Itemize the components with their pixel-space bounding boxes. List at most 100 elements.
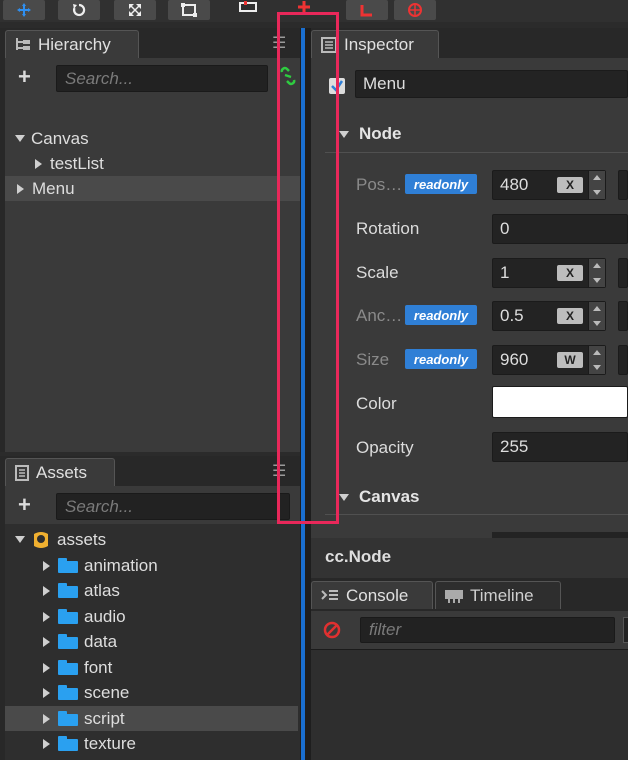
assets-tree: assets animation atlas audio data font s… [5,524,300,760]
asset-folder-atlas[interactable]: atlas [5,578,300,603]
anchor-label: Anc… [356,306,403,325]
position-y-input[interactable] [618,170,628,200]
grid-icon [408,3,422,17]
position-x-stepper[interactable] [588,171,605,199]
annotation-highlight-box [277,12,339,524]
folder-label: script [84,708,125,728]
console-option-select[interactable] [623,617,628,643]
inspector-footer: cc.Node [311,538,628,578]
opacity-label: Opacity [356,438,414,457]
tree-node-label: Canvas [31,128,89,148]
tab-timeline-label: Timeline [470,585,534,605]
tree-node-label: Menu [32,178,75,198]
anchor-x-stepper[interactable] [588,302,605,330]
folder-label: data [84,631,118,651]
section-divider [325,514,628,515]
scale-x-stepper[interactable] [588,259,605,287]
asset-folder-animation[interactable]: animation [5,553,300,578]
asset-folder-data[interactable]: data [5,629,300,654]
component-type-label: cc.Node [325,547,392,566]
scale-y-input[interactable] [618,258,628,288]
asset-folder-font[interactable]: font [5,655,300,680]
folder-label: font [84,657,113,677]
color-swatch[interactable] [492,386,628,418]
asset-root[interactable]: assets [5,527,300,552]
tab-inspector-label: Inspector [344,34,414,54]
timeline-icon [444,588,464,604]
field-value: 480 [500,175,529,194]
node-section-label: Node [359,124,402,143]
grid-button[interactable] [394,0,436,20]
console-output [311,649,628,760]
readonly-badge: readonly [405,305,477,325]
readonly-badge: readonly [405,349,477,369]
asset-folder-audio[interactable]: audio [5,604,300,629]
node-section-header[interactable]: Node [339,122,402,146]
folder-icon [58,558,78,573]
rotation-input[interactable]: 0 [492,214,628,244]
node-name-input[interactable]: Menu [355,70,628,98]
snap-icon [360,5,372,17]
expand-arrow-icon [339,493,349,501]
opacity-input[interactable]: 255 [492,432,628,462]
folder-icon [58,634,78,649]
collapse-arrow-icon [35,158,42,169]
tab-hierarchy[interactable]: Hierarchy [5,30,139,58]
size-label: Size [356,350,390,369]
size-width-stepper[interactable] [588,346,605,374]
axis-w-label: W [557,352,583,368]
asset-root-label: assets [57,529,107,549]
axis-x-label: X [557,265,583,281]
collapse-arrow-icon [43,560,50,571]
size-height-input[interactable] [618,345,628,375]
anchor-y-input[interactable] [618,301,628,331]
expand-arrow-icon [339,130,349,138]
asset-folder-texture[interactable]: texture [5,731,300,756]
position-label: Pos… [356,175,403,194]
rect-tool-button[interactable] [168,0,210,20]
scale-tool-button[interactable] [114,0,156,20]
folder-icon [58,609,78,624]
folder-icon [58,685,78,700]
collapse-arrow-icon [43,713,50,724]
tab-console-label: Console [346,585,409,605]
clear-console-icon[interactable] [323,621,341,639]
snap-button[interactable] [346,0,388,20]
collapse-arrow-icon [43,636,50,647]
tab-console[interactable]: Console [311,581,433,609]
field-value: 1 [500,263,510,282]
readonly-badge: readonly [405,174,477,194]
folder-icon [58,736,78,751]
move-tool-button[interactable] [3,0,45,20]
color-label: Color [356,394,397,413]
console-toolbar: filter [311,611,628,649]
tab-timeline[interactable]: Timeline [435,581,561,609]
tree-node-canvas[interactable]: Canvas [5,126,300,151]
tree-node-testlist[interactable]: testList [5,151,300,176]
rotation-label: Rotation [356,219,420,238]
expand-arrow-icon [15,135,25,142]
pivot-icon [239,1,257,12]
assets-icon [14,464,30,482]
folder-icon [58,583,78,598]
tab-hierarchy-label: Hierarchy [38,34,111,54]
add-node-button[interactable]: + [18,64,31,90]
hierarchy-search-input[interactable]: Search... [56,65,268,92]
inspector-panel: Menu Node Pos… readonly 480 X Rotation 0… [311,58,628,578]
anchor-tool-button[interactable] [230,0,266,14]
scale-label: Scale [356,263,399,282]
rotate-tool-button[interactable] [58,0,100,20]
asset-folder-script[interactable]: script [5,706,298,731]
asset-folder-scene[interactable]: scene [5,680,300,705]
add-asset-button[interactable]: + [18,492,31,518]
folder-label: scene [84,682,130,702]
tree-node-menu[interactable]: Menu [5,176,300,201]
console-filter-input[interactable]: filter [360,617,615,643]
canvas-section-header[interactable]: Canvas [339,485,419,509]
database-icon [34,531,48,548]
tab-assets[interactable]: Assets [5,458,115,486]
assets-search-input[interactable]: Search... [56,493,290,520]
folder-label: audio [84,606,126,626]
collapse-arrow-icon [43,585,50,596]
hierarchy-body: + Search... Canvas testList Menu [5,58,300,452]
